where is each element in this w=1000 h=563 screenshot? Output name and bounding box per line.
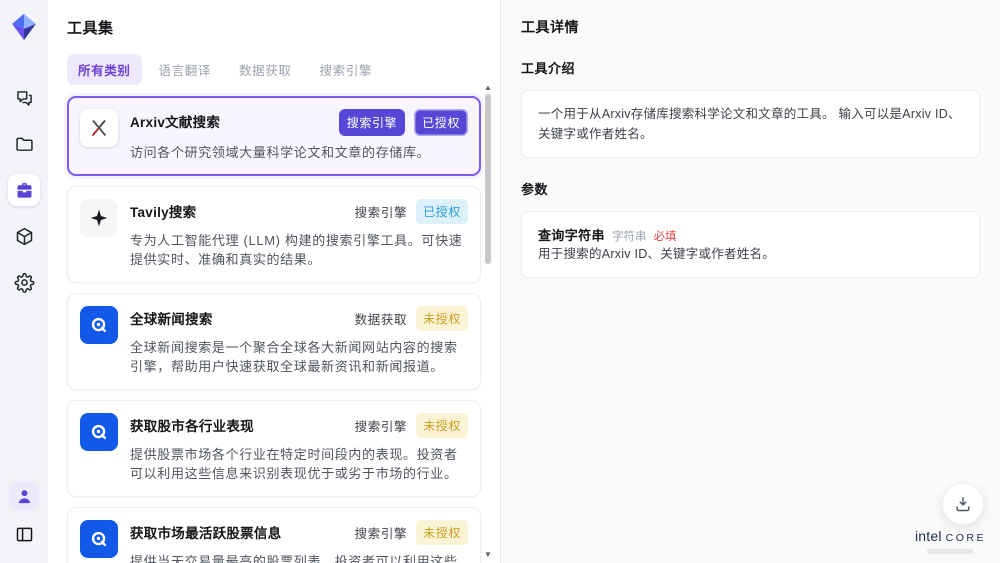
category-badge: 搜索引擎: [354, 205, 408, 220]
params-heading: 参数: [521, 182, 549, 197]
list-scrollbar[interactable]: ▲ ▼: [483, 84, 493, 559]
tool-card-body: Tavily搜索 搜索引擎 已授权 专为人工智能代理 (LLM) 构建的搜索引擎…: [130, 198, 468, 270]
sidebar-item-settings[interactable]: [8, 266, 40, 298]
auth-status-badge: 未授权: [416, 412, 468, 438]
tool-card[interactable]: 全球新闻搜索 数据获取 未授权 全球新闻搜索是一个聚合全球各大新闻网站内容的搜索…: [67, 292, 481, 390]
download-button[interactable]: [942, 483, 984, 525]
sidebar-item-panel-toggle[interactable]: [9, 519, 39, 549]
tab-3[interactable]: 搜索引擎: [309, 54, 384, 85]
auth-status-badge: 已授权: [416, 198, 468, 224]
tool-card-body: 获取股市各行业表现 搜索引擎 未授权 提供股票市场各个行业在特定时间段内的表现。…: [130, 412, 468, 484]
tool-card-header: 获取市场最活跃股票信息 搜索引擎 未授权: [130, 519, 468, 545]
category-tabs: 所有类别 语言翻译 数据获取 搜索引擎: [67, 54, 500, 85]
tool-card-body: 全球新闻搜索 数据获取 未授权 全球新闻搜索是一个聚合全球各大新闻网站内容的搜索…: [130, 305, 468, 377]
tool-card-body: 获取市场最活跃股票信息 搜索引擎 未授权 提供当天交易量最高的股票列表，投资者可…: [130, 519, 468, 563]
category-badge: 数据获取: [354, 312, 408, 327]
scrollbar-track[interactable]: [483, 92, 493, 551]
folder-icon: [14, 134, 35, 155]
tavily-icon: [80, 198, 118, 237]
category-badge: 搜索引擎: [338, 109, 406, 136]
tool-card[interactable]: 获取股市各行业表现 搜索引擎 未授权 提供股票市场各个行业在特定时间段内的表现。…: [67, 399, 481, 497]
tool-name: Arxiv文献搜索: [130, 115, 221, 130]
tool-card-header: Arxiv文献搜索 搜索引擎 已授权: [130, 109, 468, 136]
tool-badges: 搜索引擎 未授权: [354, 412, 468, 438]
sidebar-item-chat[interactable]: [8, 82, 40, 114]
tool-card-header: Tavily搜索 搜索引擎 已授权: [130, 198, 468, 224]
tool-description: 访问各个研究领域大量科学论文和文章的存储库。: [130, 145, 431, 160]
tool-badges: 搜索引擎 已授权: [354, 198, 468, 224]
category-badge: 搜索引擎: [354, 526, 408, 541]
tool-card[interactable]: Tavily搜索 搜索引擎 已授权 专为人工智能代理 (LLM) 构建的搜索引擎…: [67, 185, 481, 283]
tools-list-panel: 工具集 所有类别 语言翻译 数据获取 搜索引擎 Arxiv文献搜索 搜索引擎 已授权 …: [48, 0, 500, 563]
tool-badges: 搜索引擎 已授权: [338, 109, 468, 136]
tool-description: 专为人工智能代理 (LLM) 构建的搜索引擎工具。可快速提供实时、准确和真实的结…: [130, 232, 463, 268]
sidebar-item-folder[interactable]: [8, 128, 40, 160]
quark-icon: [80, 519, 118, 558]
panel-icon: [14, 524, 35, 545]
sidebar-item-models[interactable]: [8, 220, 40, 252]
category-badge: 搜索引擎: [354, 419, 408, 434]
download-icon: [953, 494, 973, 514]
quark-icon: [80, 305, 118, 344]
tool-list: Arxiv文献搜索 搜索引擎 已授权 访问各个研究领域大量科学论文和文章的存储库…: [67, 96, 481, 563]
param-name: 查询字符串: [538, 228, 605, 243]
tool-description: 提供当天交易量最高的股票列表，投资者可以利用这些信息来识别流动性强的股票和潜在的…: [130, 553, 458, 563]
sidebar-nav: [8, 82, 40, 298]
tool-card-header: 全球新闻搜索 数据获取 未授权: [130, 305, 468, 331]
gem-logo-icon: [9, 12, 39, 42]
intro-text: 一个用于从Arxiv存储库搜索科学论文和文章的工具。 输入可以是Arxiv ID…: [538, 107, 961, 141]
tool-card-header: 获取股市各行业表现 搜索引擎 未授权: [130, 412, 468, 438]
auth-status-badge: 未授权: [416, 305, 468, 331]
tool-name: 获取市场最活跃股票信息: [130, 525, 282, 541]
gear-icon: [14, 272, 35, 293]
tool-name: 获取股市各行业表现: [130, 418, 254, 434]
tab-2[interactable]: 数据获取: [228, 54, 303, 85]
user-icon: [14, 486, 35, 507]
param-required-badge: 必填: [653, 231, 677, 243]
tab-0[interactable]: 所有类别: [67, 54, 142, 85]
app-window: 工具集 所有类别 语言翻译 数据获取 搜索引擎 Arxiv文献搜索 搜索引擎 已授权 …: [0, 0, 1000, 563]
sidebar-item-toolbox[interactable]: [8, 174, 40, 206]
chat-icon: [14, 88, 35, 109]
tool-name: Tavily搜索: [130, 204, 197, 220]
tab-1[interactable]: 语言翻译: [148, 54, 223, 85]
tool-card[interactable]: 获取市场最活跃股票信息 搜索引擎 未授权 提供当天交易量最高的股票列表，投资者可…: [67, 506, 481, 563]
intel-logo-subline: [927, 549, 974, 554]
tool-card-body: Arxiv文献搜索 搜索引擎 已授权 访问各个研究领域大量科学论文和文章的存储库…: [130, 109, 468, 163]
arxiv-icon: [80, 109, 118, 147]
left-sidebar: [0, 0, 48, 563]
briefcase-icon: [14, 180, 35, 201]
param-type: 字符串: [611, 231, 647, 243]
intel-wordmark: intel: [914, 528, 942, 544]
intro-card: 一个用于从Arxiv存储库搜索科学论文和文章的工具。 输入可以是Arxiv ID…: [521, 90, 980, 158]
scrollbar-thumb[interactable]: [485, 94, 491, 264]
tool-badges: 搜索引擎 未授权: [354, 519, 468, 545]
details-title: 工具详情: [521, 19, 579, 35]
param-header: 查询字符串 字符串 必填: [538, 225, 963, 244]
scroll-down-arrow[interactable]: ▼: [484, 551, 492, 559]
tool-card[interactable]: Arxiv文献搜索 搜索引擎 已授权 访问各个研究领域大量科学论文和文章的存储库…: [67, 96, 481, 176]
scroll-up-arrow[interactable]: ▲: [484, 84, 492, 92]
param-card: 查询字符串 字符串 必填 用于搜索的Arxiv ID、关键字或作者姓名。: [521, 211, 980, 278]
tool-name: 全球新闻搜索: [130, 311, 213, 327]
intel-core-logo: intel CORE: [915, 528, 986, 554]
cube-icon: [14, 226, 35, 247]
auth-status-badge: 已授权: [414, 109, 468, 136]
tool-description: 全球新闻搜索是一个聚合全球各大新闻网站内容的搜索引擎，帮助用户快速获取全球最新资…: [130, 339, 458, 375]
tool-description: 提供股票市场各个行业在特定时间段内的表现。投资者可以利用这些信息来识别表现优于或…: [130, 446, 458, 482]
sidebar-bottom-nav: [9, 481, 39, 549]
auth-status-badge: 未授权: [416, 519, 468, 545]
tool-badges: 数据获取 未授权: [354, 305, 468, 331]
quark-icon: [80, 412, 118, 451]
core-wordmark: CORE: [945, 532, 986, 544]
intro-heading: 工具介绍: [521, 61, 576, 76]
sidebar-item-user[interactable]: [9, 481, 39, 511]
page-title: 工具集: [67, 20, 114, 37]
param-description: 用于搜索的Arxiv ID、关键字或作者姓名。: [538, 247, 776, 261]
tool-details-panel: 工具详情 工具介绍 一个用于从Arxiv存储库搜索科学论文和文章的工具。 输入可…: [500, 0, 1000, 563]
